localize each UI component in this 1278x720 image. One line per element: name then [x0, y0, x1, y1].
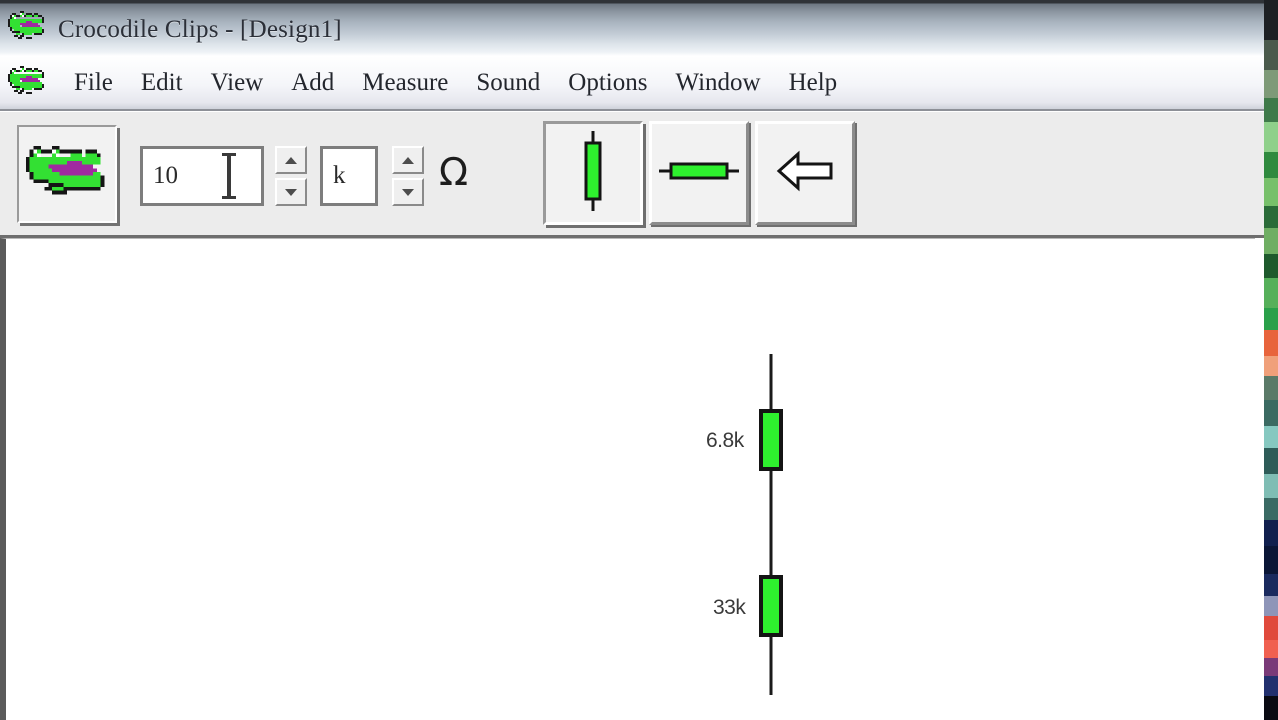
unit-spinner-up[interactable]	[392, 146, 424, 174]
crocodile-icon	[8, 11, 48, 45]
chevron-down-icon	[285, 188, 297, 196]
vertical-resistor-button[interactable]	[543, 121, 643, 225]
unit-input[interactable]: k	[320, 146, 378, 206]
design-canvas[interactable]: 6.8k 33k	[0, 238, 1255, 720]
resistor-vertical-icon	[578, 129, 608, 218]
resistor-horizontal-icon	[657, 156, 741, 191]
chevron-down-icon	[402, 188, 414, 196]
video-edge-artifact	[1264, 0, 1278, 720]
horizontal-resistor-button[interactable]	[649, 121, 749, 225]
back-arrow-button[interactable]	[755, 121, 855, 225]
component-tool-group	[543, 121, 855, 225]
resistor-label-1: 6.8k	[706, 429, 744, 452]
menu-bar: File Edit View Add Measure Sound Options…	[0, 56, 1278, 111]
unit-spinner-down[interactable]	[392, 178, 424, 206]
value-spinner-up[interactable]	[275, 146, 307, 174]
value-spinner-down[interactable]	[275, 178, 307, 206]
unit-input-text: k	[333, 162, 346, 189]
crocodile-icon	[26, 142, 108, 207]
menu-item-window[interactable]: Window	[661, 70, 774, 95]
value-input-text: 10	[153, 162, 178, 189]
value-spinner[interactable]	[275, 146, 307, 206]
menu-item-view[interactable]: View	[197, 70, 278, 95]
menu-item-measure[interactable]: Measure	[348, 70, 462, 95]
window-title: Crocodile Clips - [Design1]	[58, 16, 342, 43]
menu-item-file[interactable]: File	[60, 70, 127, 95]
text-cursor-icon	[220, 153, 238, 199]
chevron-up-icon	[285, 156, 297, 164]
circuit-drawing	[759, 354, 783, 695]
menu-item-options[interactable]: Options	[554, 70, 661, 95]
unit-spinner[interactable]	[392, 146, 424, 206]
crocodile-tool-button[interactable]	[17, 125, 117, 223]
resistor-body-2	[759, 575, 783, 637]
title-bar: Crocodile Clips - [Design1]	[0, 0, 1278, 56]
menu-item-sound[interactable]: Sound	[462, 70, 554, 95]
application-window: Crocodile Clips - [Design1] File Edit Vi…	[0, 0, 1278, 720]
resistor-body-1	[759, 409, 783, 471]
menu-item-add[interactable]: Add	[277, 70, 348, 95]
canvas-surface[interactable]: 6.8k 33k	[6, 239, 1255, 720]
chevron-up-icon	[402, 156, 414, 164]
arrow-left-icon	[776, 148, 834, 199]
menu-item-help[interactable]: Help	[775, 70, 852, 95]
menu-item-edit[interactable]: Edit	[127, 70, 197, 95]
resistor-label-2: 33k	[713, 596, 746, 619]
value-input[interactable]: 10	[140, 146, 264, 206]
ohm-symbol: Ω	[439, 150, 469, 194]
crocodile-icon	[8, 65, 48, 100]
